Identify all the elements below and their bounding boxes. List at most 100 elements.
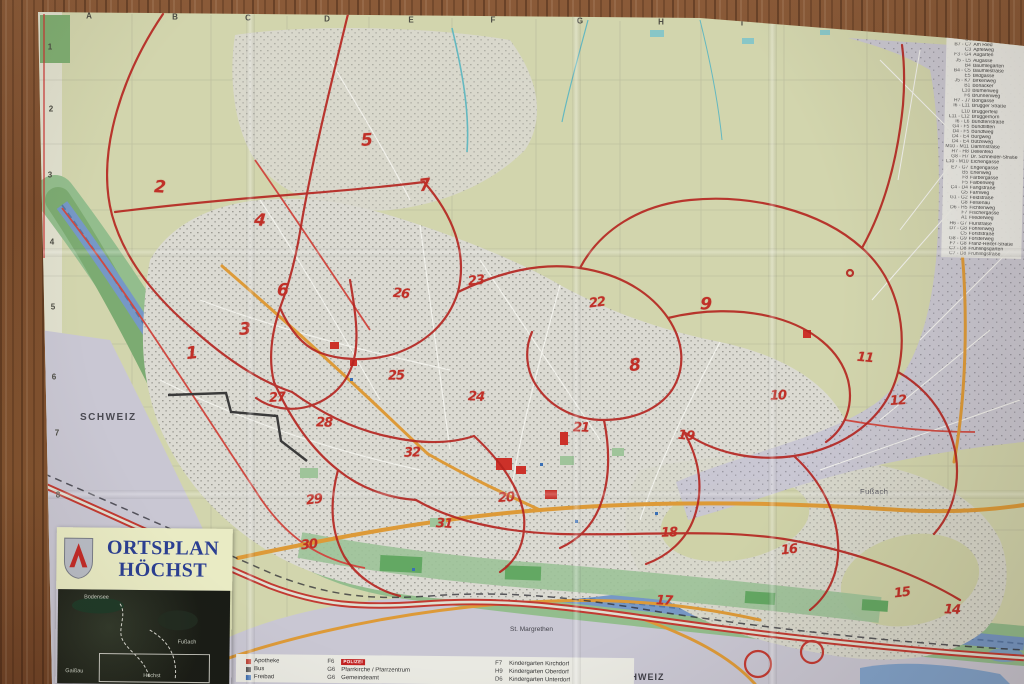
grid-col-label-I: I xyxy=(741,19,743,28)
map-sheet: ABCDEFGHIJK 12345678 1234567891011121415… xyxy=(0,0,1024,684)
street-index-panel: J5 - J6AlemannenstraßeG5 - H5AmselwegG6A… xyxy=(941,25,1024,259)
district-number-15: 15 xyxy=(893,586,911,601)
district-number-30: 30 xyxy=(300,538,317,553)
legend-label: Freibad xyxy=(254,674,274,680)
street-name: Alemannenstraße xyxy=(974,28,1024,34)
street-grid-ref: J5 - J6 xyxy=(948,27,974,33)
title-header: ORTSPLAN HÖCHST xyxy=(56,527,233,591)
legend-label: Kindergarten Unterdorf xyxy=(509,677,570,684)
district-number-17: 17 xyxy=(656,594,673,608)
inset-label-hoechst: Höchst xyxy=(143,674,160,680)
district-number-6: 6 xyxy=(277,282,289,299)
schweiz-label-west: SCHWEIZ xyxy=(80,412,137,423)
ponds xyxy=(650,30,830,44)
district-number-18: 18 xyxy=(661,526,678,540)
grid-row-label-6: 6 xyxy=(52,373,56,382)
grid-col-label-D: D xyxy=(324,15,330,24)
overview-inset-map: Bodensee Fußach Gaißau Höchst xyxy=(57,589,230,685)
inset-label-bodensee: Bodensee xyxy=(84,595,109,601)
hoechst-coat-of-arms-icon xyxy=(63,537,93,579)
grid-row-label-4: 4 xyxy=(50,238,54,247)
district-number-19: 19 xyxy=(677,429,694,443)
legend-grid-ref: G6 xyxy=(327,667,341,673)
grid-row-label-3: 3 xyxy=(48,171,52,180)
map-title-block: ORTSPLAN HÖCHST Bodensee Fußach Gaißau H… xyxy=(55,527,233,685)
map-title-line2: HÖCHST xyxy=(93,558,232,581)
district-number-7: 7 xyxy=(418,177,432,195)
legend-label: Pfarrkirche / Pfarrzentrum xyxy=(341,667,410,674)
district-number-22: 22 xyxy=(588,296,606,311)
district-number-23: 23 xyxy=(467,274,484,289)
legend-label: Gemeindeamt xyxy=(341,675,379,681)
district-number-25: 25 xyxy=(388,369,405,383)
grid-col-label-J: J xyxy=(825,20,829,29)
district-number-14: 14 xyxy=(944,603,961,617)
street-grid-ref: G5 - H5 xyxy=(948,32,974,38)
fussach-label: Fußach xyxy=(860,487,888,496)
grid-col-label-F: F xyxy=(491,16,496,25)
grid-col-label-H: H xyxy=(658,18,664,27)
polizei-badge: POLIZEI xyxy=(341,659,365,665)
legend-label: Kindergarten Oberdorf xyxy=(509,669,569,676)
legend-label: Apotheke xyxy=(254,658,279,664)
street-index-row: G5 - H5Amselweg xyxy=(948,32,1024,39)
street-grid-ref: C7 - D8 xyxy=(942,251,968,257)
legend-grid-ref: F6 xyxy=(327,659,341,665)
district-number-20: 20 xyxy=(498,491,515,505)
district-number-8: 8 xyxy=(628,357,642,375)
district-number-16: 16 xyxy=(780,543,797,558)
district-number-1: 1 xyxy=(185,345,199,363)
grid-col-label-C: C xyxy=(245,14,251,23)
map-title-line1: ORTSPLAN xyxy=(93,536,232,559)
grid-row-label-5: 5 xyxy=(51,303,55,312)
district-number-27: 27 xyxy=(269,391,286,405)
district-number-9: 9 xyxy=(700,296,713,314)
district-number-3: 3 xyxy=(239,321,251,338)
district-number-4: 4 xyxy=(253,212,266,230)
legend-row: Freibad xyxy=(246,673,313,682)
st-margrethen-label: St. Margrethen xyxy=(510,626,553,633)
district-number-21: 21 xyxy=(573,421,590,435)
grid-col-label-G: G xyxy=(577,17,583,26)
grid-row-label-1: 1 xyxy=(48,43,52,52)
district-number-31: 31 xyxy=(436,517,453,531)
street-index-row: C7 - D8Frühlingstraße xyxy=(942,251,1020,258)
grid-row-label-7: 7 xyxy=(55,429,59,438)
inset-label-gaissau: Gaißau xyxy=(65,669,83,675)
district-number-10: 10 xyxy=(770,389,787,403)
street-name: Frühlingstraße xyxy=(968,252,1020,258)
legend-grid-ref: H9 xyxy=(495,669,509,675)
street-name: Amselweg xyxy=(974,33,1024,39)
district-number-2: 2 xyxy=(154,179,167,197)
grid-col-label-B: B xyxy=(172,13,178,22)
district-number-26: 26 xyxy=(392,287,409,301)
legend-grid-ref: G6 xyxy=(327,675,341,681)
district-number-24: 24 xyxy=(468,390,485,404)
photo-scene: ABCDEFGHIJK 12345678 1234567891011121415… xyxy=(0,0,1024,684)
bus-icon xyxy=(246,667,251,672)
pharmacy-icon xyxy=(246,659,251,664)
legend-grid-ref: F7 xyxy=(495,661,509,667)
district-number-12: 12 xyxy=(890,394,907,408)
district-number-11: 11 xyxy=(856,351,873,365)
district-number-5: 5 xyxy=(360,132,373,150)
grid-row-label-2: 2 xyxy=(49,105,53,114)
street-index-row: J5 - J6Alemannenstraße xyxy=(948,27,1024,34)
legend-column-3: F7Kindergarten KirchdorfH9Kindergarten O… xyxy=(495,660,620,686)
legend-column-1: Apotheke Bus Freibad xyxy=(246,657,314,683)
grid-col-label-E: E xyxy=(408,16,413,25)
legend-label: Bus xyxy=(254,666,264,672)
map-title: ORTSPLAN HÖCHST xyxy=(93,536,232,581)
legend-grid-ref: D6 xyxy=(495,677,509,683)
district-number-29: 29 xyxy=(305,493,323,508)
inset-label-fussach: Fußach xyxy=(178,640,197,646)
district-number-28: 28 xyxy=(316,416,333,430)
pool-icon xyxy=(246,675,251,680)
legend-label: Kindergarten Kirchdorf xyxy=(509,661,569,668)
legend-row: G6Gemeindeamt xyxy=(327,674,481,684)
grid-row-label-8: 8 xyxy=(56,491,60,500)
legend-column-2: F6POLIZEIG6Pfarrkirche / PfarrzentrumG6G… xyxy=(327,658,481,685)
district-number-32: 32 xyxy=(404,446,421,460)
grid-col-label-A: A xyxy=(86,12,92,21)
map-legend: ApothekeBusFreibadF6POLIZEIG6Pfarrkirche… xyxy=(236,654,634,686)
